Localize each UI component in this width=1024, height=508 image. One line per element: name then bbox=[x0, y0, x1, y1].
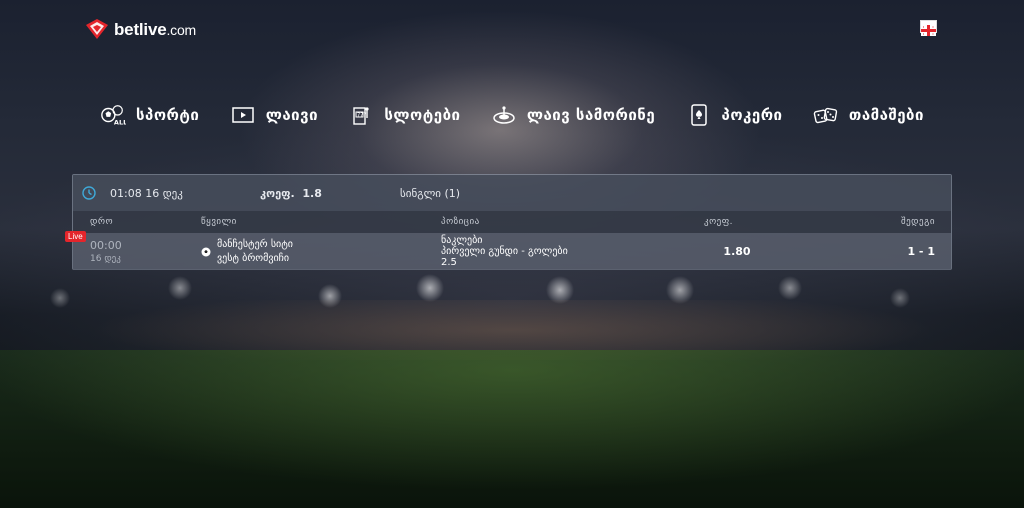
roulette-icon bbox=[491, 104, 517, 126]
nav-label-sports: სპორტი bbox=[136, 106, 200, 124]
header-event: წყვილი bbox=[201, 217, 237, 227]
nav-label-live-casino: ლაივ სამორინე bbox=[526, 106, 656, 124]
svg-text:777: 777 bbox=[357, 113, 367, 119]
bet-summary: 01:08 16 დეკ კოეფ. 1.8 სინგლი (1) bbox=[73, 175, 951, 211]
svg-text:ALL: ALL bbox=[114, 118, 126, 126]
odds-value: 1.80 bbox=[723, 245, 751, 258]
bet-datetime: 01:08 16 დეკ bbox=[110, 186, 183, 200]
score-value: 1 - 1 bbox=[907, 245, 935, 258]
nav-item-sports[interactable]: ALL სპორტი bbox=[100, 104, 199, 126]
market-line: 2.5 bbox=[441, 257, 457, 268]
total-odds: კოეფ. 1.8 bbox=[260, 187, 400, 200]
nav-label-slots: სლოტები bbox=[384, 106, 461, 124]
slot-machine-icon: 777 bbox=[348, 104, 374, 126]
georgia-flag-icon[interactable] bbox=[920, 20, 937, 36]
row-time-value: 00:00 bbox=[90, 239, 122, 252]
clock-icon bbox=[82, 186, 96, 200]
header-market: პოზიცია bbox=[441, 217, 480, 227]
header-odds: კოეფ. bbox=[704, 217, 734, 227]
nav-label-live: ლაივი bbox=[265, 106, 319, 124]
stadium-lights bbox=[0, 268, 1024, 338]
sports-all-icon: ALL bbox=[100, 104, 126, 126]
nav-item-live-casino[interactable]: ლაივ სამორინე bbox=[491, 104, 655, 126]
header-score: შედეგი bbox=[900, 217, 935, 227]
play-icon bbox=[230, 104, 256, 126]
header-time: დრო bbox=[90, 217, 114, 227]
nav-item-slots[interactable]: 777 სლოტები bbox=[348, 104, 460, 126]
bet-type: სინგლი (1) bbox=[400, 186, 461, 200]
market-selection: ნაკლები bbox=[441, 235, 483, 246]
row-date-value: 16 დეკ bbox=[90, 254, 121, 264]
table-header: დრო წყვილი პოზიცია კოეფ. შედეგი bbox=[73, 211, 951, 233]
row-time: 00:00 16 დეკ bbox=[73, 239, 191, 264]
nav-label-games: თამაშები bbox=[848, 106, 924, 124]
playing-card-icon bbox=[686, 104, 712, 126]
row-market: ნაკლები პირველი გუნდი - გოლები 2.5 bbox=[431, 235, 617, 268]
logo-text: betlive.com bbox=[114, 20, 196, 40]
market-name: პირველი გუნდი - გოლები bbox=[441, 246, 568, 257]
row-score: 1 - 1 bbox=[817, 245, 951, 258]
live-badge: Live bbox=[65, 231, 86, 242]
bet-panel: 01:08 16 დეკ კოეფ. 1.8 სინგლი (1) დრო წყ… bbox=[65, 174, 952, 270]
stadium-pitch bbox=[0, 350, 1024, 508]
logo-icon bbox=[86, 19, 108, 39]
logo-name: betlive bbox=[114, 20, 167, 39]
row-odds: 1.80 bbox=[617, 245, 817, 258]
table-row[interactable]: Live 00:00 16 დეკ მანჩესტერ სიტი ვესტ ბრ… bbox=[65, 231, 951, 270]
row-event: მანჩესტერ სიტი ვესტ ბრომვიჩი bbox=[191, 238, 431, 266]
nav-item-games[interactable]: თამაშები bbox=[813, 104, 924, 126]
stadium-crowd bbox=[0, 300, 1024, 360]
logo-suffix: .com bbox=[166, 22, 197, 38]
nav-item-live[interactable]: ლაივი bbox=[230, 104, 318, 126]
total-odds-label: კოეფ. bbox=[260, 186, 295, 200]
nav-label-poker: პოკერი bbox=[721, 106, 783, 124]
soccer-ball-icon bbox=[201, 247, 211, 256]
nav-item-poker[interactable]: პოკერი bbox=[686, 104, 783, 126]
betlive-logo[interactable]: betlive.com bbox=[84, 16, 196, 44]
main-nav: ALL სპორტი ლაივი 777 სლოტები ლაივ სამორი… bbox=[100, 100, 924, 130]
home-team: მანჩესტერ სიტი bbox=[217, 238, 293, 250]
total-odds-value: 1.8 bbox=[302, 186, 322, 200]
away-team: ვესტ ბრომვიჩი bbox=[217, 252, 290, 264]
dice-icon bbox=[813, 104, 839, 126]
